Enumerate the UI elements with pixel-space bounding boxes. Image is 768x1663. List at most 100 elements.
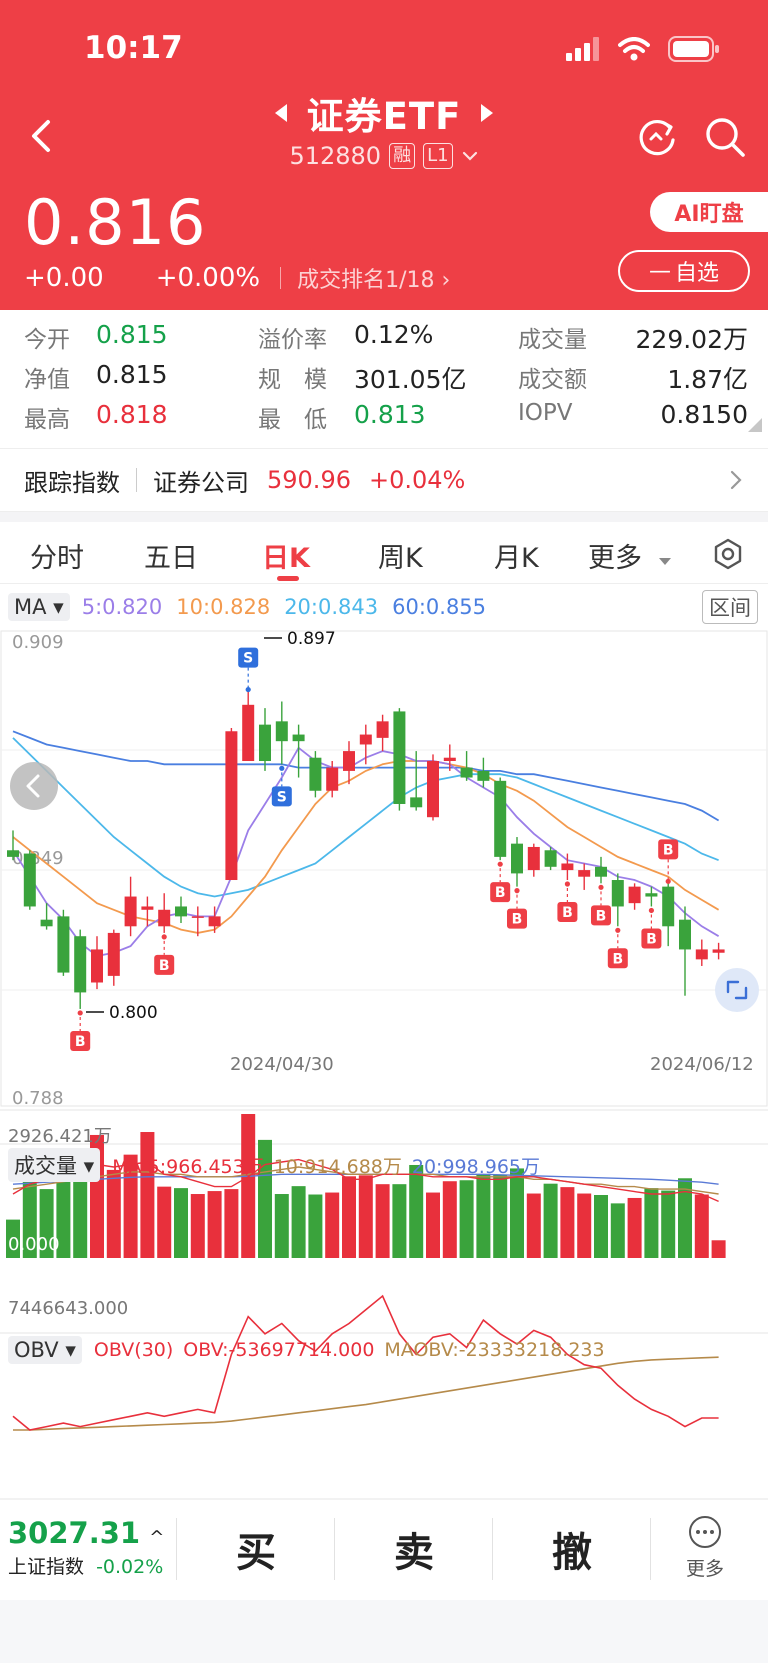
stock-code: 512880 xyxy=(289,142,382,170)
candle-body xyxy=(208,916,221,927)
candle-body xyxy=(477,770,490,781)
market-index[interactable]: 3027.31 ^ 上证指数 -0.02% xyxy=(8,1516,164,1579)
candle-body xyxy=(645,893,658,897)
volume-label: 成交量 xyxy=(518,327,587,353)
high-label: 最高 xyxy=(24,407,70,433)
obv-period: OBV(30) xyxy=(93,1339,174,1361)
settings-icon[interactable] xyxy=(712,538,744,570)
prev-stock-icon[interactable] xyxy=(274,104,287,122)
favorite-label: 自选 xyxy=(674,261,719,286)
candle-body xyxy=(74,936,87,993)
refresh-icon[interactable] xyxy=(634,114,680,160)
buy-signal-marker: B xyxy=(154,934,175,975)
kline-chart[interactable]: 0.909 0.849 0.788 BBBB B BBBBSS 0.897 0.80… xyxy=(0,630,768,1500)
volume-bar xyxy=(543,1183,558,1258)
tab-intraday[interactable]: 分时 xyxy=(30,536,84,575)
candle-body xyxy=(91,949,103,983)
candle-body xyxy=(343,751,355,771)
expand-quote-icon[interactable] xyxy=(748,418,762,432)
scroll-left-button[interactable] xyxy=(10,762,58,810)
volume-bar xyxy=(627,1197,642,1258)
candle xyxy=(242,691,255,762)
footer-blank xyxy=(0,1600,768,1663)
candle-body xyxy=(611,880,624,907)
obv-max-label: 7446643.000 xyxy=(8,1298,128,1319)
ma-legend: MA ▾ 5:0.820 10:0.828 20:0.843 60:0.855 … xyxy=(0,586,768,628)
cancel-order-button[interactable]: 撤 xyxy=(552,1520,592,1578)
candle-body xyxy=(242,704,255,762)
volume-selector[interactable]: 成交量 ▾ xyxy=(8,1148,101,1182)
candle xyxy=(275,701,288,765)
candle xyxy=(695,939,708,966)
volume-bar xyxy=(426,1192,440,1258)
date-left-label: 2024/04/30 xyxy=(230,1054,334,1075)
ma-selector[interactable]: MA ▾ xyxy=(8,593,70,621)
volume-bar xyxy=(661,1190,676,1258)
chevron-right-icon xyxy=(730,470,742,490)
active-tab-indicator xyxy=(277,576,299,581)
volume-bar xyxy=(190,1194,205,1258)
candle-body xyxy=(275,721,288,742)
buy-button[interactable]: 买 xyxy=(236,1520,276,1578)
ma10-line xyxy=(12,760,720,934)
more-icon xyxy=(689,1516,721,1548)
volume-bar xyxy=(157,1186,172,1258)
marker-text: B xyxy=(612,951,623,967)
add-favorite-button[interactable]: — 自选 xyxy=(618,250,750,292)
volume-bar xyxy=(493,1174,508,1258)
status-time: 10:17 xyxy=(84,30,183,66)
volume-bar xyxy=(526,1193,541,1258)
status-icons xyxy=(566,36,720,62)
more-button[interactable]: 更多 xyxy=(686,1514,724,1581)
more-label: 更多 xyxy=(686,1558,725,1580)
kline-frame xyxy=(0,630,768,1107)
candle-body xyxy=(40,919,53,927)
candle xyxy=(359,724,372,765)
tab-five-day[interactable]: 五日 xyxy=(144,536,198,575)
chevron-down-icon[interactable] xyxy=(461,149,479,163)
volume-bar xyxy=(342,1176,356,1258)
tab-weekly-k[interactable]: 周K xyxy=(378,536,423,575)
minus-icon: — xyxy=(648,258,671,284)
rank-link[interactable]: 成交排名1/18 › xyxy=(297,262,450,294)
volume-bar xyxy=(392,1184,407,1258)
marker-dot xyxy=(245,686,251,693)
candle-body xyxy=(662,886,675,927)
candle-body xyxy=(544,850,557,867)
y-axis-top-label: 0.909 xyxy=(12,632,64,653)
premium-value: 0.12% xyxy=(354,320,434,349)
caret-up-icon: ^ xyxy=(149,1527,165,1548)
tab-more[interactable]: 更多 xyxy=(588,536,673,575)
candle-body xyxy=(158,909,171,927)
margin-tag: 融 xyxy=(389,143,416,169)
tab-monthly-k[interactable]: 月K xyxy=(494,536,539,575)
candle-body xyxy=(443,757,456,762)
candle-body xyxy=(23,853,36,907)
volume-bar xyxy=(291,1186,306,1258)
vol-ma5-value: MA 5:966.453万 xyxy=(112,1155,264,1178)
ai-watch-button[interactable]: AI盯盘 xyxy=(650,192,768,232)
last-price: 0.816 xyxy=(24,186,207,259)
candle xyxy=(376,714,389,752)
candle xyxy=(225,727,238,881)
fullscreen-button[interactable] xyxy=(715,968,759,1012)
tab-daily-k[interactable]: 日K xyxy=(262,536,310,575)
nav-label: 净值 xyxy=(24,367,70,393)
tracking-index-row[interactable]: 跟踪指数 证券公司 590.96 +0.04% xyxy=(0,448,768,512)
candle-body xyxy=(393,711,406,804)
sell-button[interactable]: 卖 xyxy=(394,1520,434,1578)
candle-body xyxy=(410,797,423,808)
candle xyxy=(578,863,591,890)
search-icon[interactable] xyxy=(702,114,748,160)
next-stock-icon[interactable] xyxy=(481,104,494,122)
candle-body xyxy=(7,850,19,857)
obv-selector[interactable]: OBV ▾ xyxy=(8,1336,82,1364)
caret-down-icon xyxy=(658,558,671,565)
candle-body xyxy=(124,896,137,927)
range-button[interactable]: 区间 xyxy=(702,590,758,624)
candle-body xyxy=(359,734,372,745)
candle xyxy=(175,896,187,923)
candle xyxy=(158,893,171,933)
ma5-value: 5:0.820 xyxy=(81,595,163,619)
candle-body xyxy=(511,843,523,874)
